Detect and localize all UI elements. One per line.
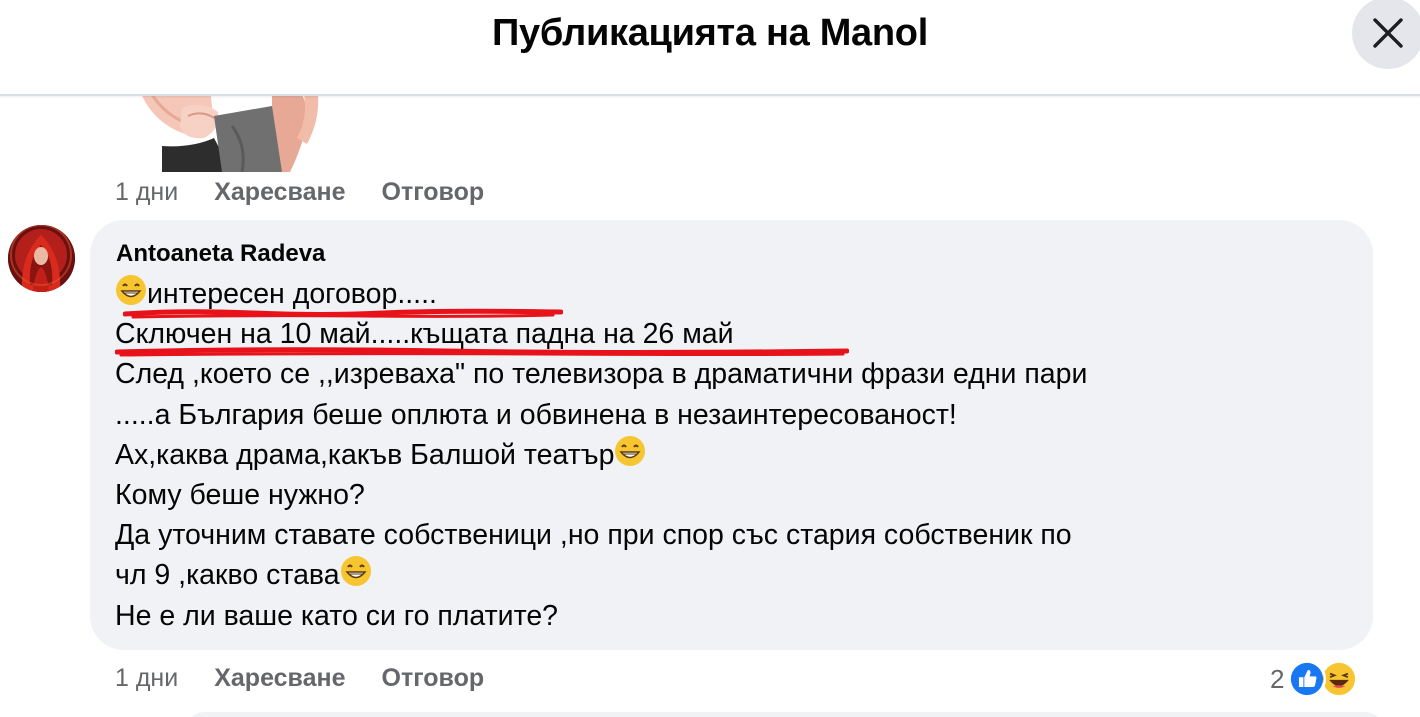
reply-button[interactable]: Отговор xyxy=(382,178,485,207)
like-icon xyxy=(1288,660,1327,698)
comment-author[interactable]: Antoaneta Radeva xyxy=(116,240,325,268)
comment-line: Не е ли ваше като си го платите? xyxy=(115,599,559,632)
haha-icon xyxy=(1320,660,1359,698)
dialog-title: Публикацията на Manol xyxy=(492,12,928,54)
comment-line: чл 9 ,какво става xyxy=(115,555,1087,595)
comments-list[interactable]: 1 дни Харесване Отговор Antoaneta Radeva xyxy=(0,96,1420,717)
comment-line: След ,което се ,,изреваха" по телевизора… xyxy=(115,358,1088,391)
grinning-emoji-icon xyxy=(340,556,371,587)
close-button[interactable] xyxy=(1352,0,1420,69)
like-button[interactable]: Харесване xyxy=(214,664,345,693)
comment-timestamp: 1 дни xyxy=(115,663,179,692)
reaction-count: 2 xyxy=(1270,663,1285,694)
avatar[interactable] xyxy=(8,225,75,292)
comment-bubble: Antoaneta Radeva интересен договор..... … xyxy=(90,220,1373,650)
comment-actions: 1 дни Харесване Отговор xyxy=(115,658,520,698)
comment-line: интересен договор..... xyxy=(115,274,1087,319)
previous-comment-actions: 1 дни Харесване Отговор xyxy=(115,172,520,212)
dialog-header: Публикацията на Manol xyxy=(0,0,1420,96)
next-comment-bubble xyxy=(185,712,1385,717)
comment-line: Кому беше нужно? xyxy=(115,479,365,512)
close-icon xyxy=(1373,18,1403,48)
grinning-emoji-icon xyxy=(116,275,146,305)
comment-line: .....а България беше оплюта и обвинена в… xyxy=(115,398,957,431)
comment-text: интересен договор..... Сключен на 10 май… xyxy=(115,274,1087,636)
reply-button[interactable]: Отговор xyxy=(382,664,485,693)
comment-line: Да уточним ставате собственици ,но при с… xyxy=(115,519,1072,552)
like-button[interactable]: Харесване xyxy=(214,178,345,207)
comment-line: Сключен на 10 май.....къщата падна на 26… xyxy=(115,314,1087,357)
comment-timestamp: 1 дни xyxy=(115,177,179,206)
grinning-emoji-icon xyxy=(615,435,646,466)
comment-line: Ах,каква драма,какъв Балшой театър xyxy=(115,435,1087,475)
reaction-summary[interactable]: 2 xyxy=(1270,660,1359,698)
comment-sticker-image xyxy=(122,96,322,173)
